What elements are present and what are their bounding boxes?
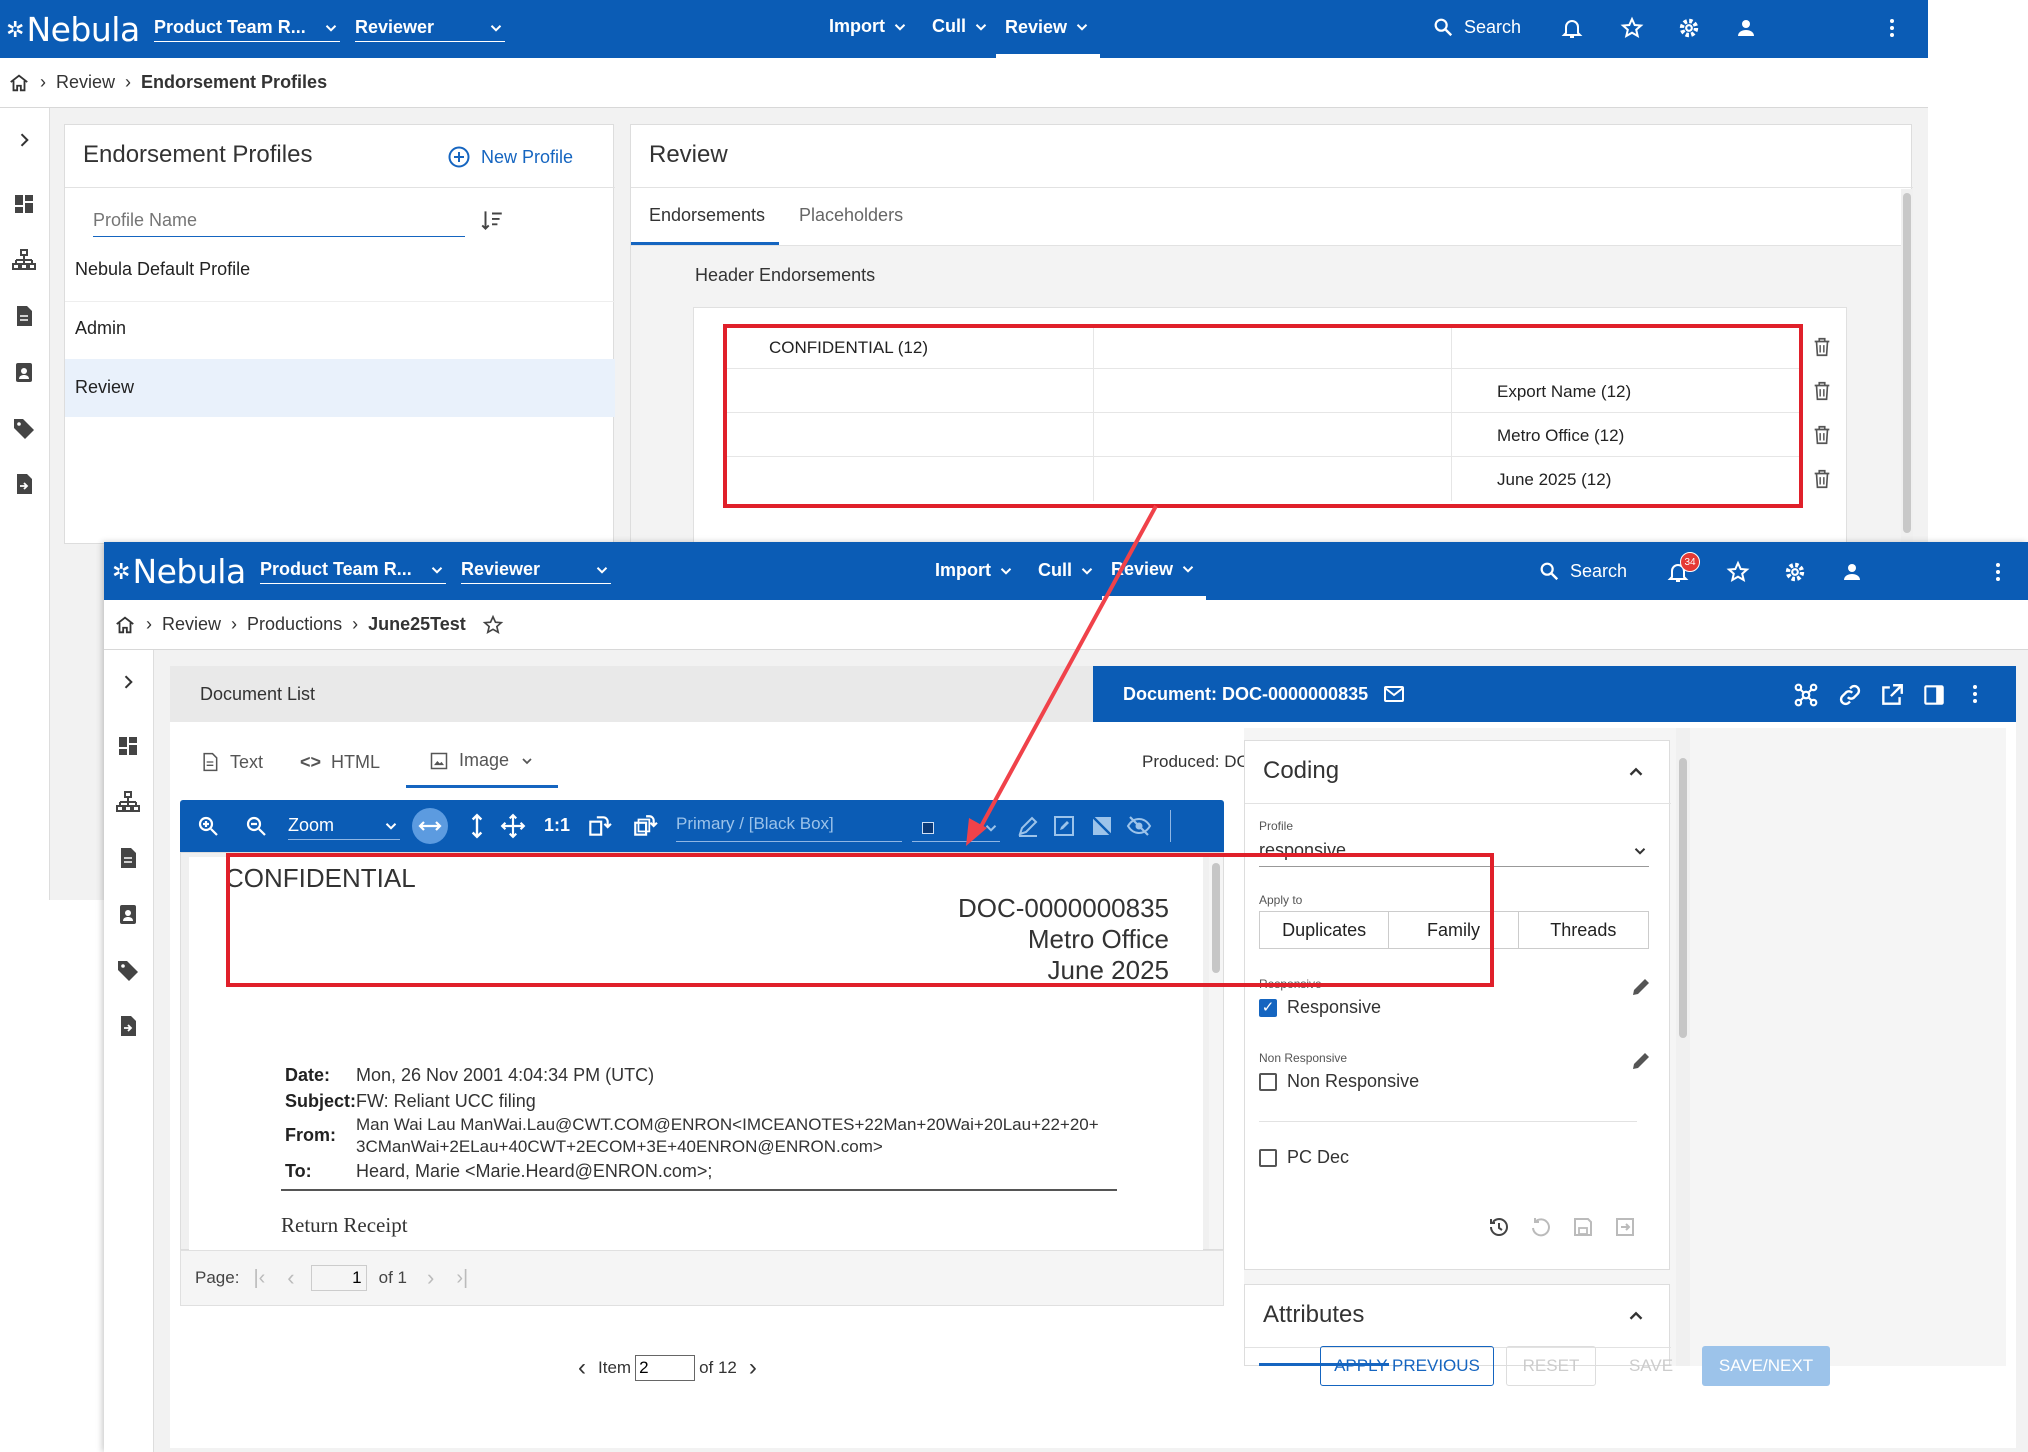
annotation-arrow	[966, 505, 1158, 846]
